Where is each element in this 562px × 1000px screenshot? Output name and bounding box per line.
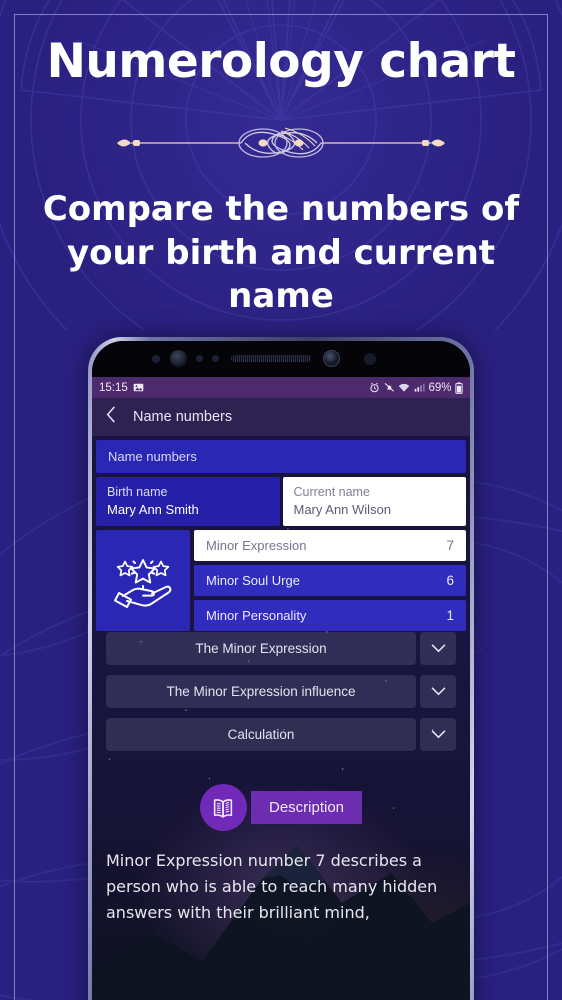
number-row-label: Minor Soul Urge [206,573,300,589]
hand-holding-stars-icon [114,558,172,608]
number-row-minor-expression[interactable]: Minor Expression 7 [194,530,466,562]
accordion-label[interactable]: The Minor Expression [106,632,416,665]
tab-current-name-label: Current name [293,485,370,499]
ornamental-infinity-divider-icon [117,127,445,158]
back-button[interactable] [104,405,119,429]
accordion-label[interactable]: The Minor Expression influence [106,675,416,708]
proximity-sensor-icon [152,355,160,363]
numbers-list: Minor Expression 7 Minor Soul Urge 6 Min… [194,530,466,632]
bell-muted-icon [384,382,395,393]
accordion-expand-button[interactable] [420,718,456,751]
photo-icon [133,382,144,393]
number-row-value: 1 [446,608,454,624]
number-row-minor-personality[interactable]: Minor Personality 1 [194,600,466,632]
chevron-down-icon [431,687,445,696]
tab-current-name-value: Mary Ann Wilson [293,502,392,518]
tab-current-name[interactable]: Current name Mary Ann Wilson [282,477,466,527]
accordion-expand-button[interactable] [420,632,456,665]
chevron-left-icon [106,406,115,423]
promo-subtitle-line1: Compare the numbers of [42,189,520,229]
accordion-label[interactable]: Calculation [106,718,416,751]
page-title: Name numbers [133,409,233,425]
alarm-icon [369,382,380,393]
number-row-minor-soul-urge[interactable]: Minor Soul Urge 6 [194,565,466,597]
accordion-list: The Minor Expression The Minor Expressio… [106,632,456,761]
accordion-expand-button[interactable] [420,675,456,708]
chevron-down-icon [431,730,445,739]
accordion-the-minor-expression[interactable]: The Minor Expression [106,632,456,665]
description-header: Description [92,784,470,831]
wifi-icon [398,382,410,393]
battery-icon [455,381,463,394]
status-bar: 15:15 69% [92,377,470,398]
description-icon-button[interactable] [199,784,247,831]
number-row-label: Minor Personality [206,608,307,624]
number-row-value: 7 [446,538,454,554]
battery-percent-label: 69% [428,381,452,394]
app-header: Name numbers [92,398,470,436]
tab-birth-name-label: Birth name [107,485,168,499]
chevron-down-icon [431,644,445,653]
numbers-icon-card [96,530,190,632]
tab-birth-name-value: Mary Ann Smith [107,502,199,518]
promo-divider [0,120,562,166]
name-tabs: Birth name Mary Ann Smith Current name M… [96,477,466,527]
cellular-signal-icon [414,382,425,393]
section-title: Name numbers [96,440,466,473]
earpiece-speaker [231,355,311,362]
description-body: Minor Expression number 7 describes a pe… [106,851,438,922]
number-row-value: 6 [446,573,454,589]
phone-bezel-top [92,341,470,377]
secondary-sensor-icon [364,353,376,365]
tab-birth-name[interactable]: Birth name Mary Ann Smith [96,477,280,527]
status-bar-time: 15:15 [99,381,128,394]
accordion-calculation[interactable]: Calculation [106,718,456,751]
name-numbers-panel: Name numbers Birth name Mary Ann Smith C… [96,440,466,632]
promo-title: Numerology chart [46,34,516,89]
promo-subtitle-line2: your birth and current name [66,232,496,317]
open-book-icon [214,798,233,818]
iris-scanner-icon [170,350,187,367]
description-button[interactable]: Description [250,791,363,824]
accordion-the-minor-expression-influence[interactable]: The Minor Expression influence [106,675,456,708]
front-camera-icon [323,350,340,367]
promo-subtitle: Compare the numbers of your birth and cu… [28,188,534,319]
light-sensor-icon [196,355,203,362]
app-content: Name numbers Birth name Mary Ann Smith C… [92,436,470,1000]
phone-mockup: 15:15 69% Name numbers Name numbers Birt… [88,337,474,1000]
aux-sensor-icon [212,355,219,362]
numbers-block: Minor Expression 7 Minor Soul Urge 6 Min… [96,530,466,632]
phone-screen: 15:15 69% Name numbers Name numbers Birt… [92,341,470,1000]
number-row-label: Minor Expression [206,538,307,554]
